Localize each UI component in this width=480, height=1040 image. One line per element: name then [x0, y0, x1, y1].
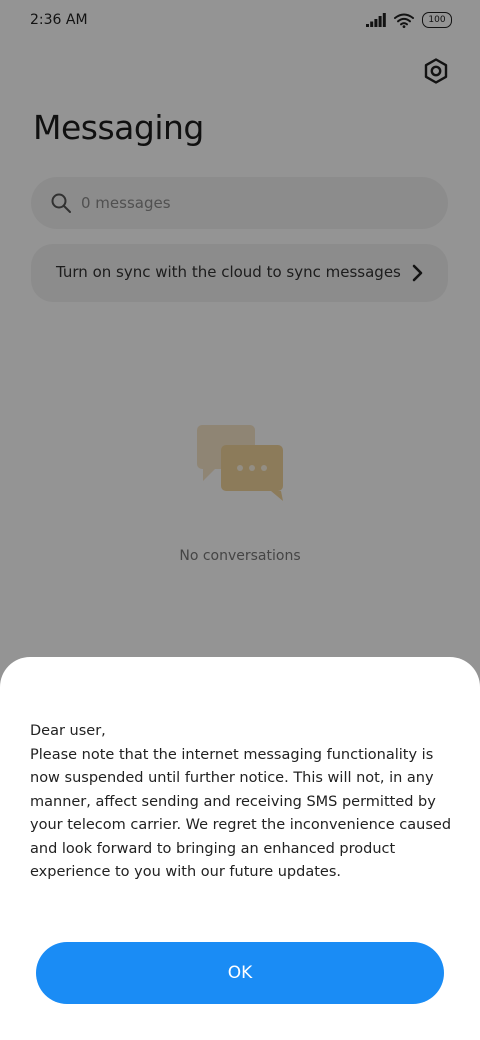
dialog-body: Please note that the internet messaging …: [30, 746, 452, 881]
dialog-message: Dear user, Please note that the internet…: [30, 720, 455, 885]
ok-button[interactable]: OK: [36, 942, 444, 1004]
messaging-screen: 2:36 AM 100 Messaging 0 messages Turn on…: [0, 0, 480, 1040]
notice-dialog: Dear user, Please note that the internet…: [0, 657, 480, 1040]
dialog-greeting: Dear user,: [30, 723, 106, 739]
